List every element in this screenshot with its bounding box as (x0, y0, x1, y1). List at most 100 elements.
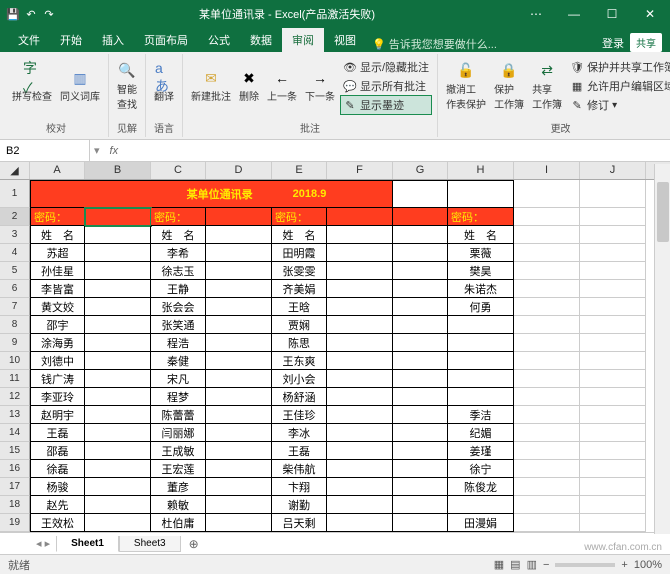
cell[interactable] (327, 442, 393, 460)
data-cell[interactable] (448, 316, 514, 334)
tab-file[interactable]: 文件 (8, 28, 50, 52)
data-cell[interactable]: 贾娴 (272, 316, 327, 334)
col-header[interactable]: H (448, 162, 514, 179)
zoom-in-button[interactable]: + (621, 559, 627, 571)
cell[interactable] (580, 334, 646, 352)
trackchanges-button[interactable]: ✎修订▾ (568, 96, 670, 114)
data-cell[interactable] (448, 352, 514, 370)
newcomment-button[interactable]: ✉新建批注 (189, 67, 233, 105)
data-cell[interactable]: 赵明宇 (30, 406, 85, 424)
tab-layout[interactable]: 页面布局 (134, 28, 198, 52)
cell[interactable] (327, 352, 393, 370)
cell[interactable] (514, 406, 580, 424)
redo-icon[interactable]: ↷ (42, 7, 56, 21)
cell[interactable] (327, 460, 393, 478)
data-cell[interactable]: 陈蕾蕾 (151, 406, 206, 424)
cell[interactable] (580, 244, 646, 262)
cell[interactable] (580, 460, 646, 478)
cell[interactable] (580, 226, 646, 244)
cell[interactable] (206, 352, 272, 370)
cell[interactable] (393, 280, 448, 298)
protectwb-button[interactable]: 🔒保护 工作簿 (492, 60, 526, 113)
cell[interactable] (206, 208, 272, 226)
fx-icon[interactable]: fx (104, 145, 125, 157)
cell[interactable] (580, 180, 646, 208)
spellcheck-button[interactable]: 字✓拼写检查 (10, 67, 54, 105)
undo-icon[interactable]: ↶ (24, 7, 38, 21)
cell[interactable] (514, 226, 580, 244)
data-cell[interactable] (448, 388, 514, 406)
col-header[interactable]: C (151, 162, 206, 179)
cell[interactable] (580, 280, 646, 298)
row-header[interactable]: 4 (0, 244, 30, 262)
row-header[interactable]: 16 (0, 460, 30, 478)
cell[interactable] (514, 180, 580, 208)
cell[interactable] (327, 514, 393, 532)
cell[interactable] (85, 370, 151, 388)
col-header[interactable]: G (393, 162, 448, 179)
cell[interactable] (580, 442, 646, 460)
cell[interactable] (85, 406, 151, 424)
data-cell[interactable]: 谢勤 (272, 496, 327, 514)
cell[interactable] (85, 424, 151, 442)
name-header[interactable]: 姓 名 (272, 226, 327, 244)
cell[interactable] (206, 298, 272, 316)
view-normal-icon[interactable]: ▦ (494, 558, 504, 571)
data-cell[interactable]: 董彦 (151, 478, 206, 496)
zoom-slider[interactable] (555, 563, 615, 567)
data-cell[interactable]: 吕天剩 (272, 514, 327, 532)
data-cell[interactable]: 王晗 (272, 298, 327, 316)
row-header[interactable]: 13 (0, 406, 30, 424)
data-cell[interactable] (448, 496, 514, 514)
cell[interactable] (514, 370, 580, 388)
col-header[interactable]: D (206, 162, 272, 179)
row-header[interactable]: 14 (0, 424, 30, 442)
active-cell[interactable] (85, 208, 151, 226)
protectshare-button[interactable]: 🛡保护并共享工作簿 (568, 58, 670, 76)
row-header[interactable]: 3 (0, 226, 30, 244)
spreadsheet-grid[interactable]: ◢ABCDEFGHIJ 1某单位通讯录2018.92密码：密码：密码：密码：3姓… (0, 162, 670, 532)
cell[interactable] (327, 280, 393, 298)
cell[interactable] (393, 208, 448, 226)
cell[interactable] (393, 406, 448, 424)
tab-view[interactable]: 视图 (324, 28, 366, 52)
cell[interactable] (85, 496, 151, 514)
cell[interactable] (514, 334, 580, 352)
cell[interactable] (393, 496, 448, 514)
cell[interactable] (393, 424, 448, 442)
cell[interactable] (514, 478, 580, 496)
cell[interactable] (580, 514, 646, 532)
name-box[interactable]: B2 (0, 140, 90, 161)
tab-data[interactable]: 数据 (240, 28, 282, 52)
cell[interactable] (393, 478, 448, 496)
tab-insert[interactable]: 插入 (92, 28, 134, 52)
cell[interactable] (85, 298, 151, 316)
data-cell[interactable]: 徐宁 (448, 460, 514, 478)
data-cell[interactable]: 朱诺杰 (448, 280, 514, 298)
cell[interactable] (580, 478, 646, 496)
col-header[interactable]: J (580, 162, 646, 179)
data-cell[interactable]: 孙佳星 (30, 262, 85, 280)
name-header[interactable]: 姓 名 (30, 226, 85, 244)
data-cell[interactable]: 姜瑾 (448, 442, 514, 460)
save-icon[interactable]: 💾 (6, 7, 20, 21)
cell[interactable] (206, 496, 272, 514)
delcomment-button[interactable]: ✖删除 (237, 67, 261, 105)
cell[interactable] (206, 406, 272, 424)
cell[interactable] (514, 514, 580, 532)
cell[interactable] (393, 180, 448, 208)
select-all[interactable]: ◢ (0, 162, 30, 179)
data-cell[interactable]: 杜伯庸 (151, 514, 206, 532)
data-cell[interactable]: 涂海勇 (30, 334, 85, 352)
data-cell[interactable]: 陈思 (272, 334, 327, 352)
cell[interactable] (580, 388, 646, 406)
cell[interactable] (85, 478, 151, 496)
cell[interactable] (206, 424, 272, 442)
sheet-tab-3[interactable]: Sheet3 (119, 536, 181, 552)
cell[interactable] (327, 208, 393, 226)
view-pagelayout-icon[interactable]: ▤ (510, 558, 520, 571)
data-cell[interactable]: 田漫娟 (448, 514, 514, 532)
data-cell[interactable]: 张笑通 (151, 316, 206, 334)
namebox-dropdown-icon[interactable]: ▾ (90, 144, 104, 157)
allowedit-button[interactable]: ▦允许用户编辑区域 (568, 77, 670, 95)
